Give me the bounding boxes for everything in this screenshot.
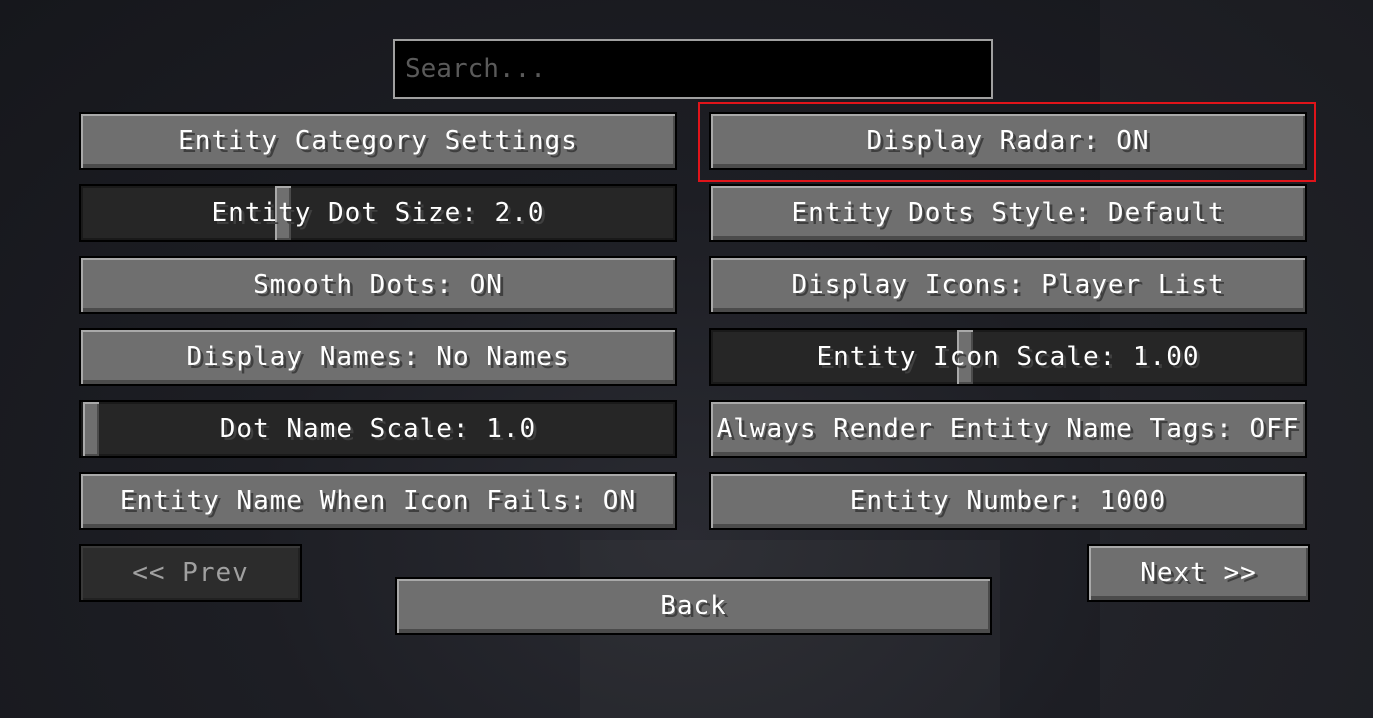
entity-category-settings-button[interactable]: Entity Category Settings (79, 112, 677, 170)
entity-dots-style-button[interactable]: Entity Dots Style: Default (709, 184, 1307, 242)
slider-label: Dot Name Scale: 1.0 (219, 414, 537, 444)
display-icons-button[interactable]: Display Icons: Player List (709, 256, 1307, 314)
display-names-button[interactable]: Display Names: No Names (79, 328, 677, 386)
display-radar-button[interactable]: Display Radar: ON (709, 112, 1307, 170)
dot-name-scale-slider[interactable]: Dot Name Scale: 1.0 (79, 400, 677, 458)
slider-label: Entity Dot Size: 2.0 (211, 198, 545, 228)
entity-dot-size-slider[interactable]: Entity Dot Size: 2.0 (79, 184, 677, 242)
always-render-name-tags-button[interactable]: Always Render Entity Name Tags: OFF (709, 400, 1307, 458)
smooth-dots-button[interactable]: Smooth Dots: ON (79, 256, 677, 314)
back-button[interactable]: Back (395, 577, 992, 635)
search-input[interactable] (393, 39, 993, 99)
prev-page-button[interactable]: << Prev (79, 544, 302, 602)
slider-knob[interactable] (83, 402, 99, 456)
entity-number-button[interactable]: Entity Number: 1000 (709, 472, 1307, 530)
entity-name-when-icon-fails-button[interactable]: Entity Name When Icon Fails: ON (79, 472, 677, 530)
next-page-button[interactable]: Next >> (1087, 544, 1310, 602)
entity-icon-scale-slider[interactable]: Entity Icon Scale: 1.00 (709, 328, 1307, 386)
slider-label: Entity Icon Scale: 1.00 (816, 342, 1200, 372)
